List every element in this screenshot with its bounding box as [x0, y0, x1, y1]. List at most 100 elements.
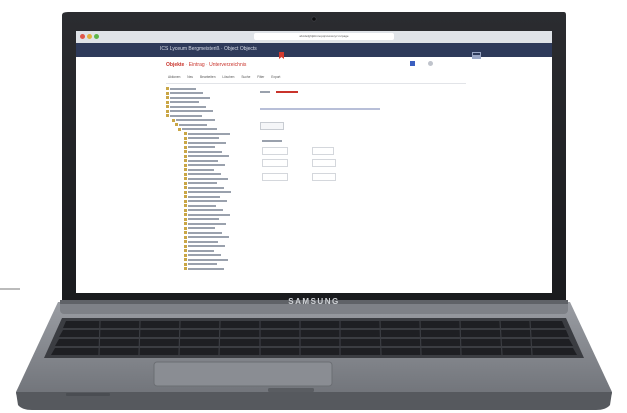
folder-icon [184, 253, 187, 257]
tree-row[interactable] [175, 123, 207, 127]
tree-row[interactable] [184, 172, 221, 177]
toolbar-item-filter[interactable]: Filter [257, 75, 264, 79]
tree-row[interactable] [184, 163, 225, 168]
folder-icon [175, 123, 178, 126]
tree-row[interactable] [184, 226, 215, 231]
folder-icon [184, 213, 187, 216]
tree-row-label [188, 168, 214, 171]
user-avatar-icon[interactable] [428, 61, 433, 66]
tree-row[interactable] [184, 253, 221, 258]
tree-row[interactable] [184, 235, 229, 240]
toolbar-item-search[interactable]: Suche [241, 75, 250, 79]
tree-row[interactable] [184, 136, 219, 141]
grid-icon[interactable] [472, 46, 481, 59]
tree-row[interactable] [184, 222, 226, 226]
tree-row[interactable] [184, 145, 215, 150]
breadcrumb: Objekte · Eintrag · Unterverzeichnis [166, 62, 247, 68]
detail-tab[interactable] [260, 91, 270, 93]
app-header: ICS Lyceum Bergmeisteriß · Object Object… [76, 43, 552, 59]
tree-row-label [188, 236, 229, 238]
folder-icon [184, 258, 187, 261]
field-input[interactable] [262, 173, 288, 181]
address-bar[interactable]: abcdefghijklmnopqrstuvwxyz.ru/page [254, 33, 394, 40]
tree-row-label [188, 195, 220, 198]
folder-icon [184, 267, 187, 270]
tree-row[interactable] [184, 168, 214, 172]
tree-row[interactable] [178, 127, 217, 132]
tree-row[interactable] [184, 244, 225, 249]
detail-path-line [260, 108, 380, 110]
toolbar-item-actions[interactable]: Aktionen [168, 75, 180, 79]
toolbar-item-delete[interactable]: Löschen [222, 75, 234, 79]
tree-row[interactable] [184, 208, 223, 213]
toolbar-item-edit[interactable]: Bearbeiten [200, 75, 215, 79]
tree-row-label [188, 263, 217, 265]
folder-icon [184, 168, 187, 171]
field-input[interactable] [262, 147, 288, 155]
tree-row[interactable] [184, 132, 230, 136]
folder-icon [184, 231, 187, 234]
detail-tab-active[interactable] [276, 91, 298, 93]
field-input[interactable] [312, 147, 334, 155]
folder-icon [184, 240, 187, 243]
tree-row[interactable] [184, 186, 224, 190]
tree-row[interactable] [166, 105, 206, 109]
tree-row-label [188, 173, 221, 175]
tree-row[interactable] [166, 91, 203, 96]
field-input[interactable] [312, 173, 336, 181]
tree-row-label [188, 150, 222, 153]
breadcrumb-mid[interactable]: Eintrag [189, 62, 205, 68]
tree-row[interactable] [184, 154, 229, 159]
folder-icon [184, 181, 187, 185]
tree-row[interactable] [166, 109, 213, 114]
toolbar-item-new[interactable]: Neu [187, 75, 193, 79]
tree-row[interactable] [184, 213, 230, 217]
divider [166, 83, 466, 84]
field-input[interactable] [262, 159, 288, 167]
tree-row[interactable] [184, 267, 224, 271]
tree-row[interactable] [184, 258, 228, 262]
browser-screen: abcdefghijklmnopqrstuvwxyz.ru/page ICS L… [76, 31, 552, 293]
folder-icon [184, 226, 187, 230]
folder-icon [184, 141, 187, 144]
minimize-window-icon[interactable] [87, 34, 92, 39]
tree-row-label [188, 258, 228, 261]
tree-row[interactable] [184, 181, 217, 186]
tree-row[interactable] [184, 195, 220, 199]
tree-row[interactable] [166, 87, 196, 91]
tree-row-label [188, 231, 222, 234]
field-input[interactable] [312, 159, 336, 167]
info-icon[interactable] [410, 61, 415, 66]
tree-row[interactable] [166, 114, 202, 118]
tree-row[interactable] [184, 240, 218, 244]
tree-row[interactable] [184, 217, 219, 222]
tree-row[interactable] [184, 190, 231, 195]
tree-row[interactable] [184, 177, 228, 181]
tree-row-label [170, 105, 206, 108]
tree-row[interactable] [166, 96, 210, 100]
folder-icon [184, 159, 187, 162]
tree-row-label [176, 119, 215, 121]
tree-row[interactable] [184, 199, 227, 204]
folder-icon [184, 217, 187, 221]
tree-row[interactable] [172, 118, 215, 123]
tree-row[interactable] [184, 141, 226, 145]
tree-row-label [188, 182, 217, 184]
folder-icon [184, 195, 187, 198]
tree-row[interactable] [184, 150, 222, 154]
bookmark-icon[interactable] [278, 46, 285, 59]
tree-row[interactable] [184, 204, 216, 208]
breadcrumb-current[interactable]: Unterverzeichnis [209, 62, 246, 68]
tree-row[interactable] [184, 159, 218, 163]
tree-row[interactable] [184, 231, 222, 235]
tree-row[interactable] [184, 249, 214, 253]
tree-row[interactable] [166, 100, 199, 105]
tree-row[interactable] [184, 262, 217, 267]
breadcrumb-root[interactable]: Objekte [166, 62, 184, 68]
tree-row-label [188, 254, 221, 256]
tree-row-label [188, 141, 226, 144]
close-window-icon[interactable] [80, 34, 85, 39]
toolbar-item-export[interactable]: Export [271, 75, 280, 79]
zoom-window-icon[interactable] [94, 34, 99, 39]
tree-row-label [188, 137, 219, 139]
